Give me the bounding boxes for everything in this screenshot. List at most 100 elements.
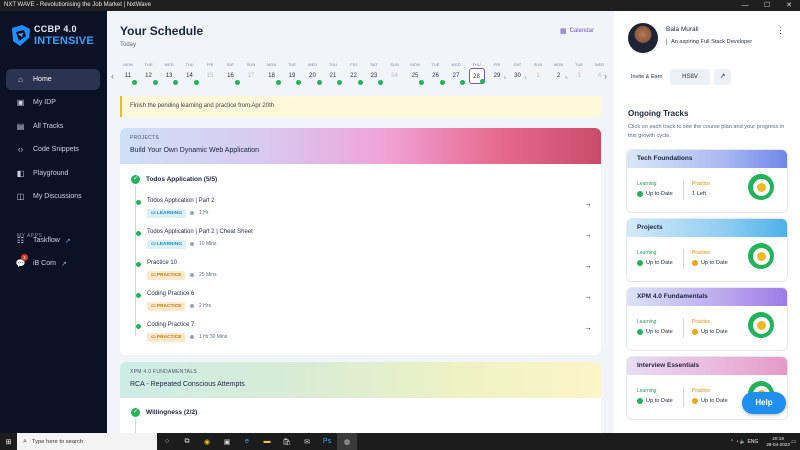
day-date: 20 (305, 68, 322, 85)
track-card-projects[interactable]: Projects Learning Up to Date Practice Up… (627, 219, 787, 281)
item-duration: 1 Hr (190, 209, 208, 218)
arrow-right-icon[interactable]: → (584, 230, 592, 239)
day-cell[interactable]: WED 20 (305, 62, 322, 92)
photoshop-icon[interactable]: Ps (317, 433, 337, 450)
avatar[interactable] (628, 23, 658, 53)
day-cell[interactable]: TUE 26 (428, 62, 445, 92)
day-cell[interactable]: TUE 3 (571, 62, 587, 92)
day-cell[interactable]: SUN 17 (243, 62, 259, 92)
minimize-button[interactable]: — (734, 0, 756, 11)
today-label[interactable]: Today (120, 42, 136, 48)
completed-check-icon (460, 80, 465, 85)
learning-status: Up to Date (637, 260, 673, 266)
day-cell[interactable]: MON 11 (120, 62, 137, 92)
notifications-icon[interactable]: ▭ (790, 439, 796, 445)
project-card: PROJECTS Build Your Own Dynamic Web Appl… (120, 128, 601, 355)
store-icon[interactable]: 🛍 (277, 433, 297, 450)
day-strip: ‹ › MON 11 TUE 12 WED 13 THU 14 FRI 15 SAT 16 SUN 17 M… (107, 62, 614, 92)
learning-label: Learning (637, 181, 657, 187)
list-item[interactable]: Todos Application | Part 2 | Cheat Sheet… (136, 228, 592, 254)
ccbp-logo[interactable]: CCBP 4.0 INTENSIVE (10, 21, 100, 53)
completed-dot-icon (136, 231, 141, 236)
windows-start-icon[interactable]: ⊞ (0, 433, 17, 450)
day-cell[interactable]: MON 18 (264, 62, 281, 92)
day-cell[interactable]: WED 27 (448, 62, 465, 92)
edge-icon[interactable]: e (237, 433, 257, 450)
more-options-icon[interactable]: ⋮ (776, 25, 785, 36)
share-icon[interactable]: ↗ (714, 69, 731, 85)
project-banner[interactable]: PROJECTS Build Your Own Dynamic Web Appl… (120, 128, 601, 164)
track-card-xpm[interactable]: XPM 4.0 Fundamentals Learning Up to Date… (627, 288, 787, 350)
day-cell[interactable]: SUN 1 (530, 62, 546, 92)
day-date: 3 (571, 68, 587, 84)
day-number: 11 (124, 73, 132, 79)
browser-icon[interactable]: ◍ (337, 433, 357, 450)
taskbar-search[interactable]: ⌕ Type here to search (17, 433, 157, 450)
sidebar-item-all-tracks[interactable]: ▤ All Tracks (6, 116, 100, 137)
language-indicator[interactable]: ENG (748, 439, 759, 445)
sidebar-item-label: Code Snippets (33, 146, 79, 153)
invite-code[interactable]: HS8V (670, 69, 710, 85)
track-title: Interview Essentials (627, 357, 787, 375)
sidebar-item-home[interactable]: ⌂ Home (6, 69, 100, 90)
list-item[interactable]: Coding Practice 6 ▭ PRACTICE 2 Hrs → (136, 290, 592, 316)
card-title: Build Your Own Dynamic Web Application (130, 147, 260, 154)
day-cell[interactable]: SUN 24 (387, 62, 403, 92)
pending-count: 3 (524, 75, 527, 80)
list-item[interactable]: Coding Practice 7 ▭ PRACTICE 1 Hr 30 Min… (136, 321, 592, 347)
practice-status: Up to Date (692, 398, 728, 404)
sidebar-item-my-idp[interactable]: ▣ My IDP (6, 92, 100, 113)
day-cell[interactable]: MON 25 (407, 62, 424, 92)
task-view-icon[interactable]: ○ (157, 433, 177, 450)
item-name: Coding Practice 7 (147, 322, 195, 328)
learning-label: Learning (637, 250, 657, 256)
day-cell[interactable]: MON 2 3 (551, 62, 568, 92)
multitask-icon[interactable]: ⧉ (177, 433, 197, 450)
arrow-right-icon[interactable]: → (584, 199, 592, 208)
sidebar-item-taskflow[interactable]: ☷ Taskflow ↗ (6, 230, 100, 251)
arrow-right-icon[interactable]: → (584, 292, 592, 301)
day-number: 3 (577, 73, 581, 79)
day-date: 15 (202, 68, 218, 84)
calendar-button[interactable]: ▦ Calendar (560, 27, 594, 35)
arrow-right-icon[interactable]: → (584, 261, 592, 270)
day-cell[interactable]: TUE 19 (284, 62, 301, 92)
day-cell[interactable]: THU 14 (182, 62, 199, 92)
maximize-button[interactable]: ☐ (756, 0, 778, 11)
sidebar-item-code-snippets[interactable]: ‹› Code Snippets (6, 139, 100, 160)
sidebar-item-ib-com[interactable]: 💬 1 iB Com ↗ (6, 253, 100, 274)
track-card-tech-foundations[interactable]: Tech Foundations Learning Up to Date Pra… (627, 150, 787, 212)
app-icon[interactable]: ▣ (217, 433, 237, 450)
card-title: RCA - Repeated Conscious Attempts (130, 381, 245, 388)
list-item[interactable]: Todos Application | Part 2 ▭ LEARNING 1 … (136, 197, 592, 223)
sidebar-item-my-discussions[interactable]: ◫ My Discussions (6, 186, 100, 207)
day-number: 26 (432, 73, 439, 79)
day-cell[interactable]: WED 13 (161, 62, 178, 92)
volume-icon[interactable]: 🔈 (740, 439, 748, 445)
file-explorer-icon[interactable]: ▬ (257, 433, 277, 450)
sidebar-item-playground[interactable]: ◧ Playground (6, 163, 100, 184)
day-number: 27 (452, 73, 460, 79)
day-cell[interactable]: SAT 30 3 (510, 62, 527, 92)
mail-icon[interactable]: ✉ (297, 433, 317, 450)
day-cell[interactable]: TUE 12 (141, 62, 158, 92)
day-cell[interactable]: THU 28 (468, 62, 485, 92)
xpm-banner[interactable]: XPM 4.0 FUNDAMENTALS RCA - Repeated Cons… (120, 362, 601, 398)
day-cell[interactable]: FRI 29 3 (489, 62, 506, 92)
help-button[interactable]: Help (742, 392, 786, 414)
arrow-right-icon[interactable]: → (584, 323, 592, 332)
day-cell[interactable]: FRI 22 (346, 62, 363, 92)
day-cell[interactable]: THU 21 (325, 62, 342, 92)
day-cell[interactable]: WED 4 (592, 62, 608, 92)
completed-check-icon (173, 80, 178, 85)
day-cell[interactable]: SAT 16 (223, 62, 240, 92)
prev-week-arrow[interactable]: ‹ (111, 71, 114, 81)
practice-status: Up to Date (692, 329, 728, 335)
day-cell[interactable]: FRI 15 (202, 62, 218, 92)
search-icon: ⌕ (23, 437, 27, 445)
close-window-button[interactable]: ✕ (778, 0, 800, 11)
clock[interactable]: 20:19 28-04-2022 (766, 436, 790, 448)
chrome-icon[interactable]: ◉ (197, 433, 217, 450)
list-item[interactable]: Practice 10 ▭ PRACTICE 25 Mins → (136, 259, 592, 285)
day-cell[interactable]: SAT 23 (366, 62, 383, 92)
